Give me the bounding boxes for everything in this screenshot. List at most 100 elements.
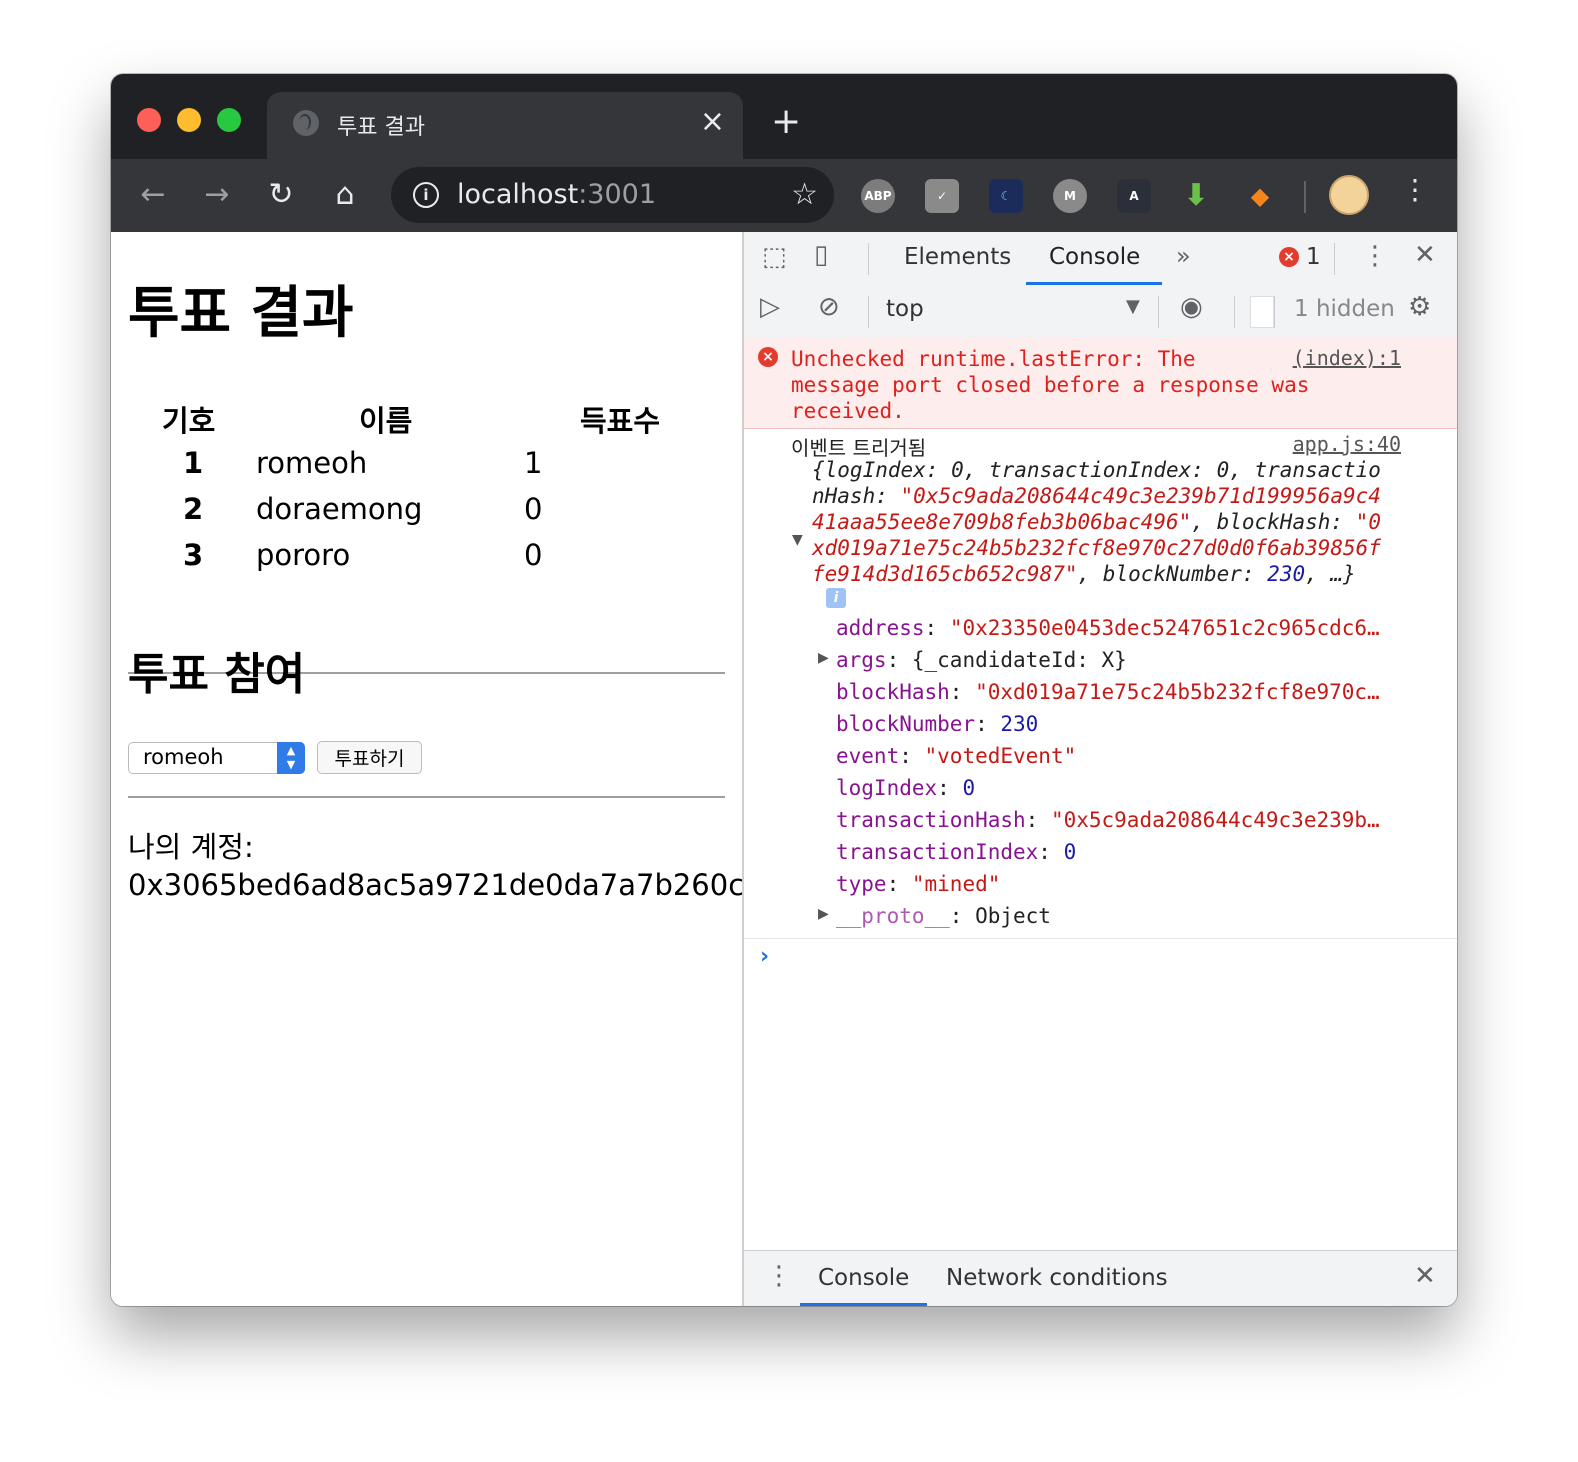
menu-icon[interactable]: ⋮	[1401, 173, 1429, 206]
console-error-message: × Unchecked runtime.lastError: The messa…	[744, 338, 1457, 429]
separator	[1158, 296, 1159, 328]
a-extension-icon[interactable]: A	[1117, 179, 1151, 213]
vote-button[interactable]: 투표하기	[317, 741, 422, 774]
error-source-link[interactable]: (index):1	[1293, 346, 1401, 370]
vote-heading: 투표 참여	[128, 649, 306, 700]
account-info: 나의 계정: 0x3065bed6ad8ac5a9721de0da7a7b260…	[128, 828, 742, 904]
separator	[1334, 243, 1335, 275]
error-count[interactable]: 1	[1306, 244, 1321, 270]
avatar[interactable]	[1329, 175, 1369, 215]
console-log-entry: 이벤트 트리거됨 app.js:40 ▼ {logIndex: 0, trans…	[744, 428, 1457, 939]
expand-icon[interactable]: ▶	[818, 650, 829, 666]
kebab-icon[interactable]: ⋮	[1362, 241, 1388, 271]
star-icon[interactable]: ☆	[791, 177, 818, 212]
tab-console[interactable]: Console	[1049, 244, 1140, 270]
info-icon: i	[826, 588, 846, 608]
filter-input[interactable]	[1250, 296, 1274, 328]
eye-icon[interactable]: ◉	[1180, 292, 1203, 322]
globe-icon	[293, 110, 319, 136]
row-votes: 0	[524, 538, 543, 572]
log-summary-line: xd019a71e75c24b5b232fcf8e970c27d0d0f6ab3…	[812, 536, 1381, 560]
inspect-icon[interactable]: ⬚	[762, 242, 787, 272]
prop-row: transactionHash: "0x5c9ada208644c49c3e23…	[836, 808, 1380, 832]
more-tabs-icon[interactable]: »	[1176, 242, 1191, 270]
row-name: romeoh	[256, 446, 368, 480]
row-name: pororo	[256, 538, 351, 572]
m-extension-icon[interactable]: M	[1053, 179, 1087, 213]
kebab-icon[interactable]: ⋮	[766, 1261, 792, 1291]
minimize-window-button[interactable]	[177, 108, 201, 132]
separator	[1274, 296, 1275, 328]
collapse-icon[interactable]: ▼	[792, 532, 803, 548]
separator	[868, 296, 869, 328]
log-summary-line: nHash: "0x5c9ada208644c49c3e239b71d19995…	[812, 484, 1381, 508]
device-icon[interactable]: ▯	[814, 240, 828, 270]
console-toolbar: ▷ ⊘ top ▼ ◉ 1 hidden ⚙	[744, 286, 1457, 339]
separator	[1234, 296, 1235, 328]
account-label: 나의 계정:	[128, 830, 254, 864]
clear-icon[interactable]: ⊘	[818, 292, 840, 322]
back-icon[interactable]: ←	[133, 177, 173, 213]
page-title: 투표 결과	[128, 281, 354, 346]
expand-icon[interactable]: ▶	[818, 906, 829, 922]
close-window-button[interactable]	[137, 108, 161, 132]
separator	[868, 243, 869, 275]
prop-row: address: "0x23350e0453dec5247651c2c965cd…	[836, 616, 1380, 640]
wave-extension-icon[interactable]: ☾	[989, 179, 1023, 213]
log-summary-line: 41aaa55ee8e709b8feb3b06bac496", blockHas…	[812, 510, 1381, 534]
account-address: 0x3065bed6ad8ac5a9721de0da7a7b260c62c	[128, 868, 742, 902]
sidebar-icon[interactable]: ▷	[760, 292, 780, 322]
prop-row: transactionIndex: 0	[836, 840, 1077, 864]
chevron-down-icon[interactable]: ▼	[1126, 296, 1140, 317]
prop-row: event: "votedEvent"	[836, 744, 1077, 768]
close-icon[interactable]: ✕	[1414, 240, 1436, 270]
home-icon[interactable]: ⌂	[325, 177, 365, 213]
row-name: doraemong	[256, 492, 423, 526]
row-number: 3	[183, 538, 204, 572]
active-tab-indicator	[1026, 282, 1162, 285]
candidate-select[interactable]: romeoh ▲ ▼	[128, 742, 305, 774]
prop-row[interactable]: args: {_candidateId: X}	[836, 648, 1127, 672]
log-source-link[interactable]: app.js:40	[1293, 432, 1401, 456]
trend-extension-icon[interactable]: ✓	[925, 179, 959, 213]
metamask-extension-icon[interactable]: ◆	[1243, 179, 1277, 213]
info-icon[interactable]: i	[413, 182, 439, 208]
devtools-tabbar: ⬚ ▯ Elements Console » × 1 ⋮ ✕	[744, 232, 1457, 287]
prop-row: logIndex: 0	[836, 776, 976, 800]
context-selector[interactable]: top	[886, 296, 924, 322]
download-extension-icon[interactable]: ⬇	[1179, 179, 1213, 213]
reload-icon[interactable]: ↻	[261, 177, 301, 213]
prop-row: blockHash: "0xd019a71e75c24b5b232fcf8e97…	[836, 680, 1380, 704]
row-number: 2	[183, 492, 204, 526]
row-votes: 0	[524, 492, 543, 526]
new-tab-icon[interactable]: +	[771, 102, 801, 142]
forward-icon[interactable]: →	[197, 177, 237, 213]
prop-row[interactable]: __proto__: Object	[836, 904, 1051, 928]
error-icon[interactable]: ×	[1279, 247, 1299, 267]
close-tab-icon[interactable]: ×	[700, 104, 725, 140]
drawer-tab-console[interactable]: Console	[818, 1265, 909, 1291]
devtools-panel: ⬚ ▯ Elements Console » × 1 ⋮ ✕ ▷ ⊘ top ▼…	[742, 232, 1457, 1306]
console-prompt-icon[interactable]: ›	[760, 944, 769, 969]
browser-window: 투표 결과 × + ← → ↻ ⌂ i localhost:3001 ☆ ABP…	[111, 74, 1457, 1306]
devtools-drawer: ⋮ Console Network conditions ✕	[744, 1250, 1457, 1306]
maximize-window-button[interactable]	[217, 108, 241, 132]
close-icon[interactable]: ✕	[1414, 1261, 1436, 1291]
gear-icon[interactable]: ⚙	[1408, 292, 1431, 322]
log-label: 이벤트 트리거됨	[791, 436, 927, 460]
tab-title: 투표 결과	[337, 115, 425, 140]
adblock-extension-icon[interactable]: ABP	[861, 179, 895, 213]
error-text: Unchecked runtime.lastError: The message…	[791, 347, 1310, 423]
web-page: 투표 결과 기호 이름 득표수 1 romeoh 1 2 doraemong 0…	[111, 232, 742, 1306]
title-bar: 투표 결과 × +	[111, 74, 1457, 159]
drawer-tab-network-conditions[interactable]: Network conditions	[946, 1265, 1168, 1291]
hidden-count[interactable]: 1 hidden	[1294, 296, 1395, 322]
divider	[128, 796, 725, 798]
browser-tab[interactable]: 투표 결과 ×	[267, 92, 743, 159]
prop-row: type: "mined"	[836, 872, 1001, 896]
select-value: romeoh	[143, 745, 224, 769]
tab-elements[interactable]: Elements	[904, 244, 1011, 270]
address-bar[interactable]: i localhost:3001 ☆	[391, 167, 834, 223]
error-icon: ×	[758, 347, 778, 367]
row-number: 1	[183, 446, 204, 480]
